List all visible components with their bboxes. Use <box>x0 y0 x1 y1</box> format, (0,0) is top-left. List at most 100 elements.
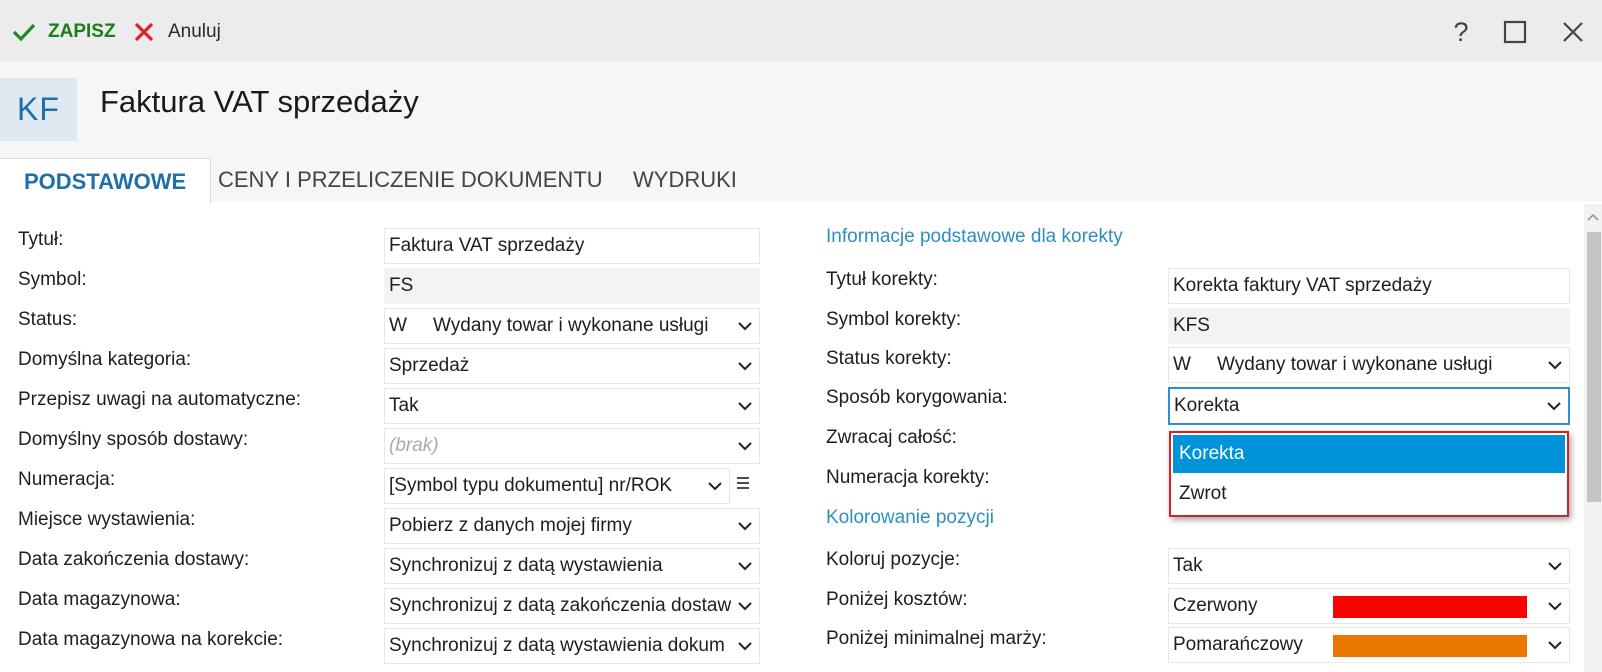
place-select[interactable]: Pobierz z danych mojej firmy <box>384 508 760 544</box>
chevron-down-icon <box>731 589 759 623</box>
vertical-scrollbar[interactable] <box>1584 204 1602 672</box>
section-coloring: Kolorowanie pozycji <box>826 507 994 528</box>
numbering-select[interactable]: [Symbol typu dokumentu] nr/ROK <box>384 468 730 504</box>
title-input-value: Faktura VAT sprzedaży <box>389 235 585 256</box>
close-icon <box>1563 22 1583 42</box>
below-cost-swatch <box>1333 596 1527 618</box>
save-button[interactable]: ZAPISZ <box>12 18 116 46</box>
status-code: W <box>389 315 407 336</box>
title-input[interactable]: Faktura VAT sprzedaży <box>384 228 760 264</box>
label-symbol: Symbol: <box>18 269 87 290</box>
corr-symbol-value: KFS <box>1173 315 1210 336</box>
section-correction-info: Informacje podstawowe dla korekty <box>826 226 1123 247</box>
symbol-value: FS <box>389 275 414 296</box>
chevron-down-icon <box>701 469 729 503</box>
label-status: Status: <box>18 309 78 330</box>
label-below-margin: Poniżej minimalnej marży: <box>826 628 1047 649</box>
color-items-select[interactable]: Tak <box>1168 548 1570 584</box>
scroll-up-icon[interactable] <box>1584 208 1602 226</box>
label-notes: Przepisz uwagi na automatyczne: <box>18 389 302 410</box>
delivery-placeholder: (brak) <box>389 435 439 456</box>
delivery-select[interactable]: (brak) <box>384 428 760 464</box>
chevron-down-icon <box>731 509 759 543</box>
toolbar: ZAPISZ Anuluj ? <box>0 0 1602 62</box>
label-below-cost: Poniżej kosztów: <box>826 589 968 610</box>
help-button[interactable]: ? <box>1444 16 1478 48</box>
chevron-down-icon <box>1541 549 1569 583</box>
maximize-icon <box>1503 20 1527 44</box>
maximize-button[interactable] <box>1498 16 1532 48</box>
symbol-field: FS <box>384 268 760 304</box>
chevron-down-icon <box>731 389 759 423</box>
corr-method-select[interactable]: Korekta <box>1168 387 1570 425</box>
label-corr-numbering: Numeracja korekty: <box>826 467 990 488</box>
warehouse-corr-value: Synchronizuj z datą wystawienia dokum <box>389 635 725 656</box>
category-select[interactable]: Sprzedaż <box>384 348 760 384</box>
dropdown-option-zwrot[interactable]: Zwrot <box>1173 475 1565 513</box>
cancel-button-label: Anuluj <box>168 21 221 42</box>
chevron-down-icon <box>1541 348 1569 382</box>
label-warehouse-date: Data magazynowa: <box>18 589 181 610</box>
status-select[interactable]: W Wydany towar i wykonane usługi <box>384 308 760 344</box>
label-numbering: Numeracja: <box>18 469 116 490</box>
category-value: Sprzedaż <box>389 355 470 376</box>
corr-method-dropdown: Korekta Zwrot <box>1169 431 1569 517</box>
warehouse-date-select[interactable]: Synchronizuj z datą zakończenia dostaw <box>384 588 760 624</box>
status-value: Wydany towar i wykonane usługi <box>433 315 709 336</box>
chevron-down-icon <box>731 549 759 583</box>
close-window-button[interactable] <box>1556 16 1590 48</box>
warehouse-corr-select[interactable]: Synchronizuj z datą wystawienia dokum <box>384 628 760 664</box>
delivery-end-value: Synchronizuj z datą wystawienia <box>389 555 663 576</box>
delivery-end-select[interactable]: Synchronizuj z datą wystawienia <box>384 548 760 584</box>
label-corr-status: Status korekty: <box>826 348 952 369</box>
cancel-button[interactable]: Anuluj <box>134 18 221 46</box>
chevron-down-icon <box>731 429 759 463</box>
label-warehouse-corr: Data magazynowa na korekcie: <box>18 629 284 650</box>
tab-podstawowe[interactable]: PODSTAWOWE <box>0 158 212 204</box>
color-items-value: Tak <box>1173 555 1203 576</box>
notes-value: Tak <box>389 395 419 416</box>
chevron-down-icon <box>1540 389 1568 423</box>
chevron-down-icon <box>731 349 759 383</box>
close-x-icon <box>134 22 154 42</box>
label-corr-method: Sposób korygowania: <box>826 387 1008 408</box>
label-corr-symbol: Symbol korekty: <box>826 309 962 330</box>
tab-ceny[interactable]: CENY I PRZELICZENIE DOKUMENTU <box>202 158 619 202</box>
warehouse-date-value: Synchronizuj z datą zakończenia dostaw <box>389 595 731 616</box>
checkmark-icon <box>12 23 36 42</box>
chevron-down-icon <box>1541 628 1569 662</box>
notes-select[interactable]: Tak <box>384 388 760 424</box>
below-margin-select[interactable]: Pomarańczowy <box>1168 627 1570 663</box>
save-button-label: ZAPISZ <box>48 21 116 42</box>
place-value: Pobierz z danych mojej firmy <box>389 515 632 536</box>
numbering-value: [Symbol typu dokumentu] nr/ROK <box>389 475 673 496</box>
label-title: Tytuł: <box>18 229 64 250</box>
document-type-badge: KF <box>0 78 77 141</box>
corr-symbol-field: KFS <box>1168 308 1570 344</box>
help-icon: ? <box>1453 16 1469 47</box>
label-delivery-end: Data zakończenia dostawy: <box>18 549 250 570</box>
corr-title-value: Korekta faktury VAT sprzedaży <box>1173 275 1432 296</box>
below-cost-select[interactable]: Czerwony <box>1168 588 1570 624</box>
document-header: KF Faktura VAT sprzedaży <box>0 62 1602 158</box>
label-place: Miejsce wystawienia: <box>18 509 196 530</box>
corr-title-input[interactable]: Korekta faktury VAT sprzedaży <box>1168 268 1570 304</box>
tab-bar: PODSTAWOWE CENY I PRZELICZENIE DOKUMENTU… <box>0 158 1602 204</box>
corr-status-code: W <box>1173 354 1191 375</box>
below-margin-swatch <box>1333 635 1527 657</box>
scroll-thumb[interactable] <box>1587 232 1601 502</box>
tab-wydruki[interactable]: WYDRUKI <box>617 158 753 202</box>
corr-status-select[interactable]: W Wydany towar i wykonane usługi <box>1168 347 1570 383</box>
chevron-down-icon <box>731 629 759 663</box>
menu-lines-icon[interactable] <box>736 474 750 495</box>
label-delivery: Domyślny sposób dostawy: <box>18 429 249 450</box>
chevron-down-icon <box>1541 589 1569 623</box>
label-category: Domyślna kategoria: <box>18 349 192 370</box>
label-corr-title: Tytuł korekty: <box>826 269 938 290</box>
page-title: Faktura VAT sprzedaży <box>100 84 419 119</box>
chevron-down-icon <box>731 309 759 343</box>
dropdown-option-korekta[interactable]: Korekta <box>1173 435 1565 473</box>
label-color-items: Koloruj pozycje: <box>826 549 961 570</box>
form-content: Tytuł: Symbol: Status: Domyślna kategori… <box>0 204 1602 672</box>
corr-status-value: Wydany towar i wykonane usługi <box>1217 354 1493 375</box>
